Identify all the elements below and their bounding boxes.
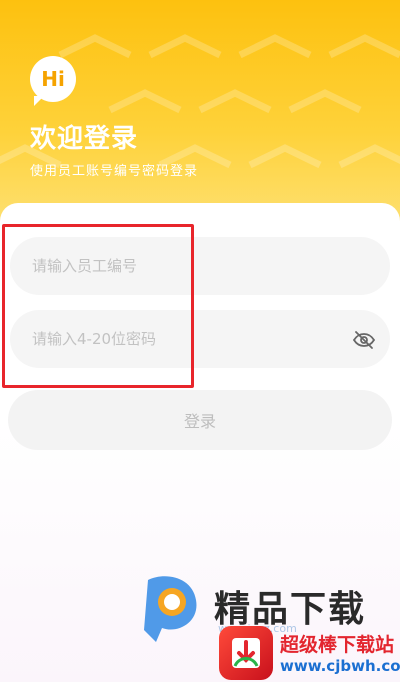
watermark-site-url: www.cjbwh.com (280, 657, 400, 675)
password-input[interactable] (10, 310, 390, 368)
watermark-download-icon (219, 626, 273, 680)
hi-logo-badge: Hi (30, 56, 76, 106)
eye-off-icon[interactable] (352, 328, 376, 352)
page-title: 欢迎登录 (30, 124, 139, 154)
page-subtitle: 使用员工账号编号密码登录 (30, 164, 199, 179)
employee-id-input[interactable] (10, 237, 390, 295)
watermark-p-logo-icon (144, 576, 197, 642)
login-button[interactable]: 登录 (8, 390, 392, 450)
watermark-site-name: 超级棒下载站 (280, 634, 395, 656)
